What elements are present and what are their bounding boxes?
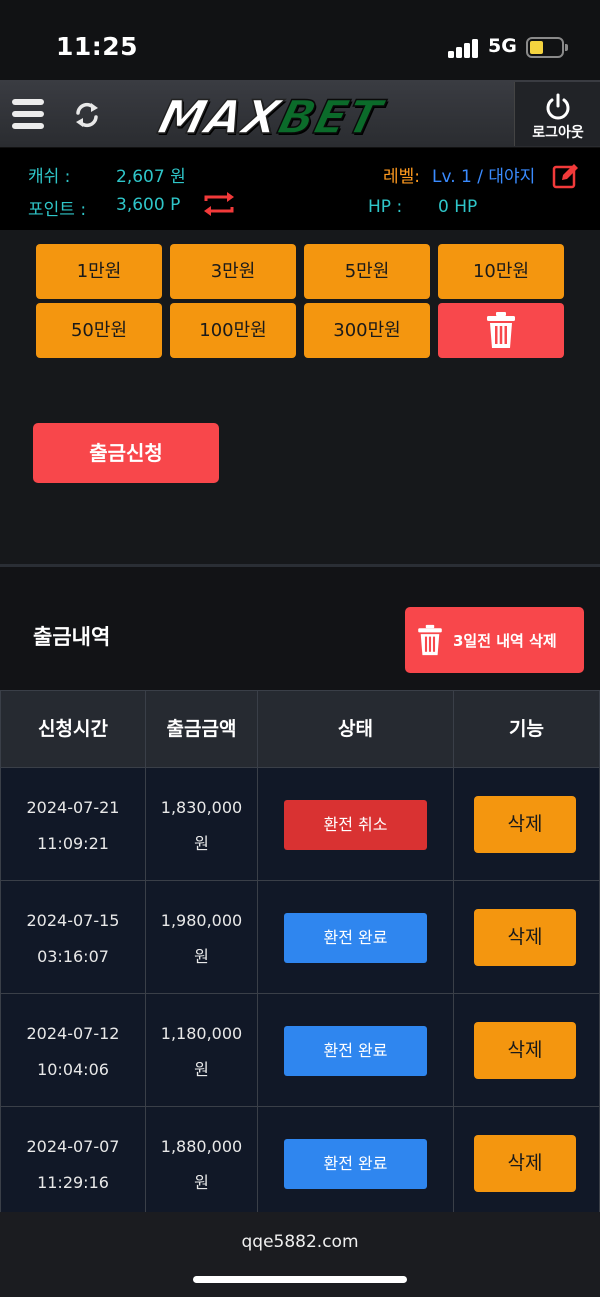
row-amount: 1,830,000 [160, 798, 243, 817]
logout-button[interactable]: 로그아웃 [514, 82, 600, 146]
refresh-icon[interactable] [72, 100, 102, 130]
logo-max: MAX [153, 89, 288, 145]
row-unit: 원 [194, 1060, 209, 1079]
amount-button-300[interactable]: 300만원 [304, 303, 430, 358]
level-label: 레벨: [383, 167, 421, 187]
column-header-status: 상태 [258, 690, 454, 768]
logo-bet: BET [272, 89, 388, 145]
row-time: 10:04:06 [37, 1060, 109, 1079]
edit-icon[interactable] [552, 162, 580, 190]
point-value: 3,600 P [116, 195, 181, 215]
column-header-action: 기능 [454, 690, 600, 768]
menu-icon[interactable] [12, 99, 44, 129]
history-title: 출금내역 [33, 625, 111, 649]
delete-row-button[interactable]: 삭제 [474, 1135, 576, 1192]
maxbet-logo: MAXBET [153, 88, 450, 145]
account-info: 캐쉬 : 2,607 원 포인트 : 3,600 P 레벨: Lv. 1 / 대… [0, 148, 600, 230]
row-time: 03:16:07 [37, 947, 109, 966]
power-icon [543, 92, 573, 122]
logout-label: 로그아웃 [532, 125, 584, 141]
table-row: 2024-07-12 10:04:06 1,180,000 원 환전 완료 삭제 [0, 994, 600, 1107]
point-label: 포인트 : [28, 200, 87, 220]
row-unit: 원 [194, 834, 209, 853]
network-type: 5G [488, 35, 517, 57]
delete-old-history-button[interactable]: 3일전 내역 삭제 [405, 607, 584, 673]
amount-panel: 1만원 3만원 5만원 10만원 50만원 100만원 300만원 출금신청 [0, 230, 600, 564]
delete-row-button[interactable]: 삭제 [474, 909, 576, 966]
trash-icon [487, 312, 515, 348]
amount-button-3[interactable]: 3만원 [170, 244, 296, 299]
row-amount: 1,180,000 [160, 1024, 243, 1043]
delete-old-history-label: 3일전 내역 삭제 [453, 632, 557, 650]
amount-button-100[interactable]: 100만원 [170, 303, 296, 358]
cash-value: 2,607 원 [116, 167, 186, 187]
level-value: Lv. 1 / 대야지 [432, 167, 536, 187]
row-date: 2024-07-21 [26, 798, 120, 817]
status-badge: 환전 취소 [284, 800, 427, 850]
app-header: MAXBET 로그아웃 [0, 80, 600, 148]
status-bar: 11:25 5G [0, 0, 600, 80]
row-unit: 원 [194, 1173, 209, 1192]
status-badge: 환전 완료 [284, 913, 427, 963]
row-amount: 1,980,000 [160, 911, 243, 930]
table-header: 신청시간 출금금액 상태 기능 [0, 690, 600, 768]
transfer-icon[interactable] [202, 190, 236, 218]
column-header-amount: 출금금액 [146, 690, 258, 768]
row-date: 2024-07-07 [26, 1137, 120, 1156]
amount-button-1[interactable]: 1만원 [36, 244, 162, 299]
row-amount: 1,880,000 [160, 1137, 243, 1156]
status-time: 11:25 [56, 32, 139, 61]
hp-value: 0 HP [438, 197, 478, 217]
amount-button-5[interactable]: 5만원 [304, 244, 430, 299]
row-date: 2024-07-15 [26, 911, 120, 930]
signal-icon [448, 38, 480, 58]
battery-icon [526, 37, 568, 58]
row-time: 11:09:21 [37, 834, 109, 853]
withdraw-request-button[interactable]: 출금신청 [33, 423, 219, 483]
url-label[interactable]: qqe5882.com [0, 1232, 600, 1252]
row-unit: 원 [194, 947, 209, 966]
cash-label: 캐쉬 : [28, 167, 71, 187]
column-header-time: 신청시간 [0, 690, 146, 768]
row-date: 2024-07-12 [26, 1024, 120, 1043]
amount-button-10[interactable]: 10만원 [438, 244, 564, 299]
amount-button-50[interactable]: 50만원 [36, 303, 162, 358]
table-row: 2024-07-07 11:29:16 1,880,000 원 환전 완료 삭제 [0, 1107, 600, 1220]
clear-amount-button[interactable] [438, 303, 564, 358]
row-time: 11:29:16 [37, 1173, 109, 1192]
delete-row-button[interactable]: 삭제 [474, 1022, 576, 1079]
status-badge: 환전 완료 [284, 1026, 427, 1076]
history-header: 출금내역 3일전 내역 삭제 [0, 567, 600, 690]
hp-label: HP : [368, 197, 403, 217]
trash-icon [418, 624, 442, 656]
table-row: 2024-07-21 11:09:21 1,830,000 원 환전 취소 삭제 [0, 768, 600, 881]
status-badge: 환전 완료 [284, 1139, 427, 1189]
table-row: 2024-07-15 03:16:07 1,980,000 원 환전 완료 삭제 [0, 881, 600, 994]
delete-row-button[interactable]: 삭제 [474, 796, 576, 853]
home-indicator[interactable] [193, 1276, 407, 1283]
browser-bottom-bar: qqe5882.com [0, 1212, 600, 1297]
